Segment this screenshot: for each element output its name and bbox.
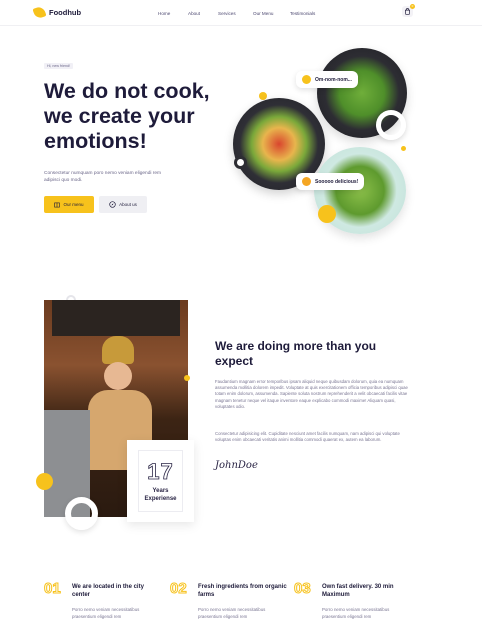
nav-link-about[interactable]: About xyxy=(188,11,218,16)
signature: JohnDoe xyxy=(215,460,258,471)
feature-number: 01 xyxy=(44,580,62,598)
heart-eyes-icon xyxy=(302,177,311,186)
nav-link-our-menu[interactable]: Our Menu xyxy=(253,11,290,16)
our-menu-button[interactable]: Our menu xyxy=(44,196,94,213)
decor-ring xyxy=(376,110,406,140)
nav-link-testimonials[interactable]: Testimonials xyxy=(290,11,330,16)
feature-number: 03 xyxy=(294,580,312,598)
logo-icon xyxy=(32,5,47,20)
feature-title: Fresh ingredients from organic farms xyxy=(198,584,287,598)
decor-dot xyxy=(184,375,190,381)
feature-title: Own fast delivery. 30 min Maximum xyxy=(322,584,394,598)
about-title: We are doing more than you expect xyxy=(215,339,377,368)
nav-link-services[interactable]: Services xyxy=(218,11,253,16)
about-paragraph-1: Faudantium magnam error temporibus ipsam… xyxy=(215,379,408,409)
experience-card: 17 Years Experiense xyxy=(127,440,194,522)
our-menu-button-label: Our menu xyxy=(63,202,84,207)
feature-number: 02 xyxy=(170,580,188,598)
speech-bubble-top: Om-nom-nom... xyxy=(296,71,358,88)
shopping-bag-icon xyxy=(405,8,410,15)
cart-button[interactable]: 0 xyxy=(402,4,415,17)
person-face-decor xyxy=(104,362,132,390)
top-navbar: Foodhub Home About Services Our Menu Tes… xyxy=(0,0,482,26)
decor-dot xyxy=(36,473,53,490)
feature-text: Porro nemo veniam necessitatibus praesen… xyxy=(72,607,140,619)
logo-text: Foodhub xyxy=(49,8,82,17)
decor-dot xyxy=(401,146,406,151)
feature-title: We are located in the city center xyxy=(72,584,144,598)
decor-dot xyxy=(318,205,336,223)
experience-card-inner: 17 Years Experiense xyxy=(138,450,183,512)
menu-board-decor xyxy=(52,300,180,336)
about-us-button-label: About us xyxy=(119,202,137,207)
logo[interactable]: Foodhub xyxy=(32,5,82,20)
hero-title: We do not cook, we create your emotions! xyxy=(44,79,210,153)
feature-text: Porro nemo veniam necessitatibus praesen… xyxy=(198,607,266,619)
compass-icon xyxy=(109,201,116,208)
smiley-icon xyxy=(302,75,311,84)
experience-label: Years Experiense xyxy=(144,488,177,502)
person-hat-decor xyxy=(102,336,134,364)
feature-text: Porro nemo veniam necessitatibus praesen… xyxy=(322,607,390,619)
decor-ring xyxy=(234,156,247,169)
speech-bubble-bottom-text: Sooooo delicious! xyxy=(315,178,359,185)
hero-subtitle: Consectetur numquam poro nemo veniam eli… xyxy=(44,171,162,183)
cart-count-badge: 0 xyxy=(410,4,415,9)
speech-bubble-bottom: Sooooo delicious! xyxy=(296,173,365,190)
about-us-button[interactable]: About us xyxy=(99,196,147,213)
nav-link-home[interactable]: Home xyxy=(158,11,188,16)
main-menu: Home About Services Our Menu Testimonial… xyxy=(158,11,330,16)
experience-years-number: 17 xyxy=(147,459,174,485)
speech-bubble-top-text: Om-nom-nom... xyxy=(315,76,352,83)
about-paragraph-2: Consectetur adipisicing elit. Cupiditate… xyxy=(215,431,400,443)
hero-tag: Hi, new friend! xyxy=(44,63,73,69)
menu-book-icon xyxy=(54,202,61,207)
decor-ring xyxy=(65,497,98,530)
